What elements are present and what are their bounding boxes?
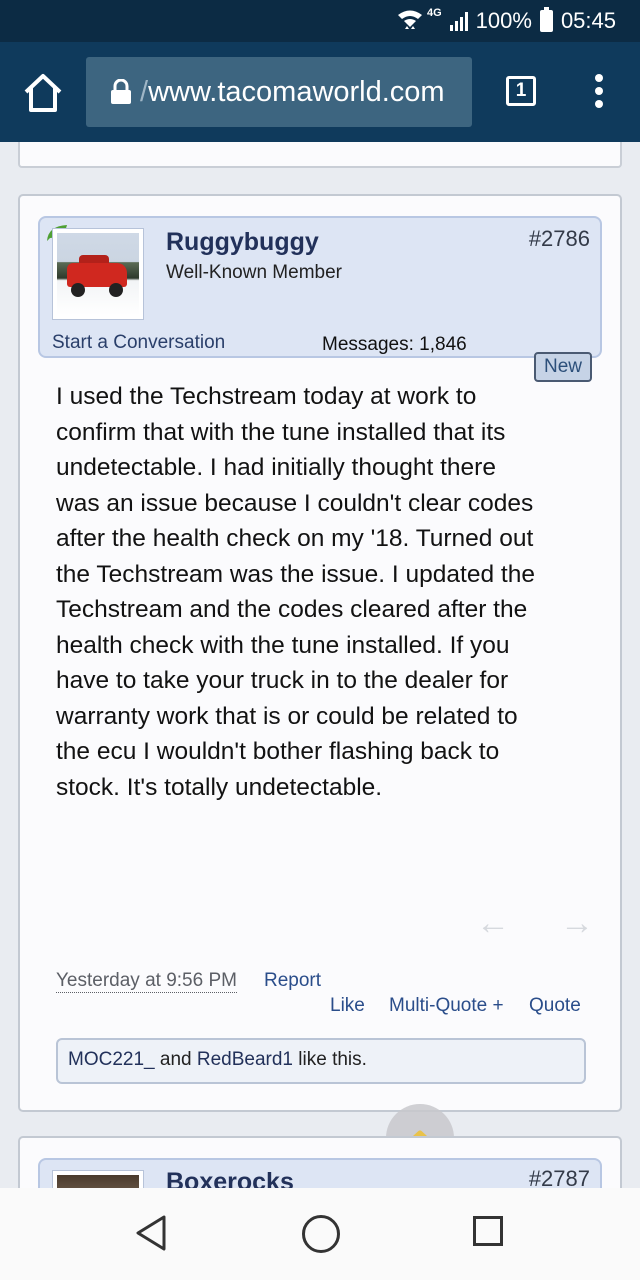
battery-percent: 100% bbox=[475, 8, 532, 33]
like-link[interactable]: Like bbox=[330, 995, 365, 1017]
recents-icon[interactable] bbox=[473, 1216, 503, 1246]
network-type: 4G bbox=[426, 7, 442, 19]
status-bar: 4G 100% 05:45 bbox=[0, 0, 640, 42]
battery-icon bbox=[539, 7, 553, 32]
user-info-box: Ruggybuggy Well-Known Member #2786 Start… bbox=[38, 216, 602, 358]
post-card: Ruggybuggy Well-Known Member #2786 Start… bbox=[18, 194, 622, 1172]
likes-suffix: like this. bbox=[293, 1049, 367, 1070]
report-link[interactable]: Report bbox=[264, 970, 321, 992]
back-icon[interactable] bbox=[134, 1214, 168, 1252]
post-number[interactable]: #2786 bbox=[529, 226, 590, 252]
quote-link[interactable]: Quote bbox=[529, 995, 581, 1017]
signal-icon bbox=[449, 11, 468, 31]
next-post-card: Boxerocks #2787 bbox=[18, 1136, 622, 1188]
post-nav-arrows: ← → bbox=[476, 904, 594, 943]
likes-summary: MOC221_ and RedBeard1 like this. bbox=[56, 1038, 586, 1084]
next-username[interactable]: Boxerocks bbox=[166, 1168, 294, 1188]
previous-post-card bbox=[18, 142, 622, 168]
system-nav-bar bbox=[0, 1188, 640, 1280]
likes-and: and bbox=[154, 1049, 197, 1070]
home-nav-icon[interactable] bbox=[302, 1215, 340, 1253]
arrow-right-icon[interactable]: → bbox=[560, 904, 594, 943]
liker-link[interactable]: RedBeard1 bbox=[197, 1049, 293, 1070]
next-post-number[interactable]: #2787 bbox=[529, 1166, 590, 1188]
post-date[interactable]: Yesterday at 9:56 PM bbox=[56, 970, 237, 993]
clock: 05:45 bbox=[560, 8, 616, 33]
arrow-left-icon[interactable]: ← bbox=[476, 904, 510, 943]
messages-label: Messages: bbox=[322, 334, 414, 355]
messages-count: Messages: 1,846 bbox=[322, 334, 467, 356]
browser-toolbar: /www.tacomaworld.com 1 bbox=[0, 42, 640, 142]
start-conversation-link[interactable]: Start a Conversation bbox=[52, 332, 225, 354]
address-bar[interactable]: /www.tacomaworld.com bbox=[86, 57, 472, 127]
next-user-info-box: Boxerocks #2787 bbox=[38, 1158, 602, 1188]
tabs-button[interactable]: 1 bbox=[506, 76, 536, 106]
user-title: Well-Known Member bbox=[166, 262, 342, 283]
wifi-icon bbox=[397, 10, 422, 29]
liker-link[interactable]: MOC221_ bbox=[68, 1049, 155, 1070]
multi-quote-link[interactable]: Multi-Quote + bbox=[389, 995, 504, 1017]
avatar[interactable] bbox=[52, 228, 144, 320]
lock-icon bbox=[111, 79, 131, 104]
messages-value: 1,846 bbox=[419, 334, 467, 355]
url-prefix: / bbox=[140, 75, 149, 108]
message-body: I used the Techstream today at work to c… bbox=[56, 383, 535, 801]
new-badge: New bbox=[534, 352, 592, 382]
url-text: /www.tacomaworld.com bbox=[140, 76, 445, 109]
url-domain: www.tacomaworld.com bbox=[148, 75, 445, 108]
overflow-menu-icon[interactable] bbox=[594, 74, 604, 114]
page-content: Ruggybuggy Well-Known Member #2786 Start… bbox=[0, 142, 640, 1188]
username[interactable]: Ruggybuggy bbox=[166, 228, 319, 257]
home-icon[interactable] bbox=[22, 72, 64, 114]
avatar[interactable] bbox=[52, 1170, 144, 1188]
